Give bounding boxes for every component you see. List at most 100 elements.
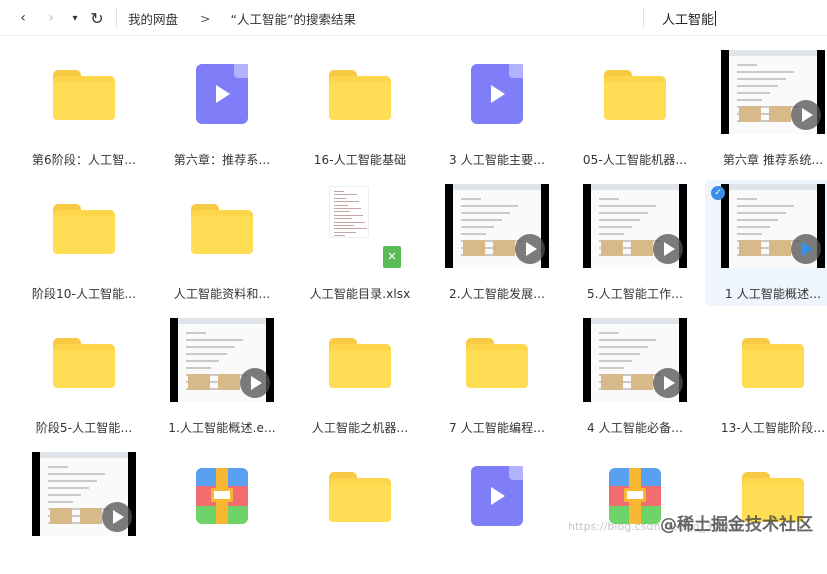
- file-item[interactable]: 4 人工智能必备...: [567, 314, 703, 440]
- file-item[interactable]: 16-人工智能基础: [292, 46, 428, 172]
- file-item[interactable]: 13-人工智能阶段...: [705, 314, 827, 440]
- file-item[interactable]: 第六章：推荐系...: [154, 46, 290, 172]
- sheet-line: [334, 235, 345, 236]
- file-item-thumbnail: [196, 468, 248, 524]
- thumbnail-image: [601, 240, 623, 256]
- file-item[interactable]: 阶段5-人工智能...: [16, 314, 152, 440]
- file-item[interactable]: [154, 448, 290, 574]
- file-item-thumbnail: [53, 338, 115, 388]
- thumbnail-toolbar: [729, 50, 817, 56]
- folder-icon: [53, 70, 115, 120]
- watermark-text: @稀土掘金技术社区: [660, 510, 813, 535]
- refresh-button[interactable]: ↻: [86, 0, 108, 36]
- thumb-text-line: [48, 487, 89, 489]
- folder-icon: [53, 338, 115, 388]
- video-thumbnail: [721, 50, 825, 134]
- file-item-thumbnail: [583, 318, 687, 402]
- sheet-line: [334, 211, 350, 212]
- thumb-text-line: [186, 367, 211, 369]
- thumb-text-line: [186, 339, 243, 341]
- file-item-thumbnail: [604, 70, 666, 120]
- thumb-text-line: [737, 99, 762, 101]
- play-circle-icon[interactable]: [515, 234, 545, 264]
- thumb-text-line: [737, 198, 757, 200]
- thumb-text-line: [599, 360, 632, 362]
- file-item[interactable]: 人工智能之机器...: [292, 314, 428, 440]
- sheet-line: [334, 194, 357, 195]
- thumb-text-line: [48, 480, 97, 482]
- thumbnail-toolbar: [178, 318, 266, 324]
- file-item-label: 人工智能资料和...: [154, 285, 290, 302]
- file-item-label: 人工智能目录.xlsx: [292, 285, 428, 302]
- thumbnail-image: [601, 374, 623, 390]
- thumb-text-line: [461, 198, 481, 200]
- file-item-thumbnail: [196, 64, 248, 124]
- file-item-thumbnail: [53, 70, 115, 120]
- file-item-thumbnail: [742, 338, 804, 388]
- file-item[interactable]: [292, 448, 428, 574]
- thumb-text-line: [461, 219, 502, 221]
- sheet-line: [334, 222, 365, 223]
- selected-check-icon[interactable]: ✓: [711, 186, 725, 200]
- thumb-text-line: [737, 85, 778, 87]
- file-item-label: 1 人工智能概述...: [705, 285, 827, 302]
- video-thumbnail: [583, 184, 687, 268]
- video-file-icon: [196, 64, 248, 124]
- thumbnail-toolbar: [591, 184, 679, 190]
- text-caret: [715, 11, 716, 26]
- file-item-thumbnail: [721, 50, 825, 134]
- file-item[interactable]: ✓ 1 人工智能概述...: [705, 180, 827, 306]
- breadcrumb-root[interactable]: 我的网盘: [128, 9, 178, 28]
- play-circle-icon[interactable]: [791, 234, 821, 264]
- file-item-label: 1.人工智能概述.e...: [154, 419, 290, 436]
- thumb-text-line: [737, 205, 794, 207]
- thumbnail-toolbar: [40, 452, 128, 458]
- back-button[interactable]: ‹: [12, 0, 34, 36]
- file-item[interactable]: 第六章 推荐系统...: [705, 46, 827, 172]
- file-item[interactable]: ✕ 人工智能目录.xlsx: [292, 180, 428, 306]
- file-item-label: 人工智能之机器...: [292, 419, 428, 436]
- play-circle-icon[interactable]: [653, 368, 683, 398]
- thumbnail-image: [188, 374, 210, 390]
- forward-button[interactable]: ›: [40, 0, 62, 36]
- file-item[interactable]: 第6阶段：人工智...: [16, 46, 152, 172]
- file-item[interactable]: 2.人工智能发展...: [429, 180, 565, 306]
- folder-icon: [53, 204, 115, 254]
- thumbnail-image: [631, 240, 653, 256]
- file-item-label: 第六章：推荐系...: [154, 151, 290, 168]
- thumb-text-line: [599, 226, 632, 228]
- play-circle-icon[interactable]: [653, 234, 683, 264]
- thumb-text-line: [48, 501, 73, 503]
- thumbnail-image: [769, 240, 791, 256]
- breadcrumb-separator: >: [200, 11, 210, 26]
- file-item-label: 阶段10-人工智能...: [16, 285, 152, 302]
- search-divider: [643, 8, 644, 28]
- sheet-line: [334, 215, 363, 216]
- file-item-label: 7 人工智能编程...: [429, 419, 565, 436]
- video-thumbnail: [721, 184, 825, 268]
- file-item[interactable]: 05-人工智能机器...: [567, 46, 703, 172]
- search-input[interactable]: 人工智能: [662, 0, 716, 36]
- file-item[interactable]: [429, 448, 565, 574]
- play-circle-icon[interactable]: [102, 502, 132, 532]
- file-item-thumbnail: [466, 338, 528, 388]
- file-item[interactable]: 1.人工智能概述.e...: [154, 314, 290, 440]
- file-item[interactable]: 7 人工智能编程...: [429, 314, 565, 440]
- thumb-text-line: [737, 92, 770, 94]
- file-item-thumbnail: ✕: [323, 184, 397, 264]
- thumbnail-image: [80, 508, 102, 524]
- sheet-page: [329, 186, 369, 238]
- toolbar: ‹ › ▾ ↻ 我的网盘 > “人工智能”的搜索结果 人工智能: [0, 0, 827, 36]
- history-dropdown-button[interactable]: ▾: [64, 0, 86, 36]
- file-item[interactable]: 5.人工智能工作...: [567, 180, 703, 306]
- play-circle-icon[interactable]: [791, 100, 821, 130]
- thumbnail-image: [218, 374, 240, 390]
- file-item-label: 05-人工智能机器...: [567, 151, 703, 168]
- sheet-line: [334, 201, 359, 202]
- file-item[interactable]: [16, 448, 152, 574]
- file-item[interactable]: 3 人工智能主要...: [429, 46, 565, 172]
- breadcrumb: 我的网盘 > “人工智能”的搜索结果: [128, 0, 356, 36]
- file-item[interactable]: 阶段10-人工智能...: [16, 180, 152, 306]
- file-item[interactable]: 人工智能资料和...: [154, 180, 290, 306]
- play-circle-icon[interactable]: [240, 368, 270, 398]
